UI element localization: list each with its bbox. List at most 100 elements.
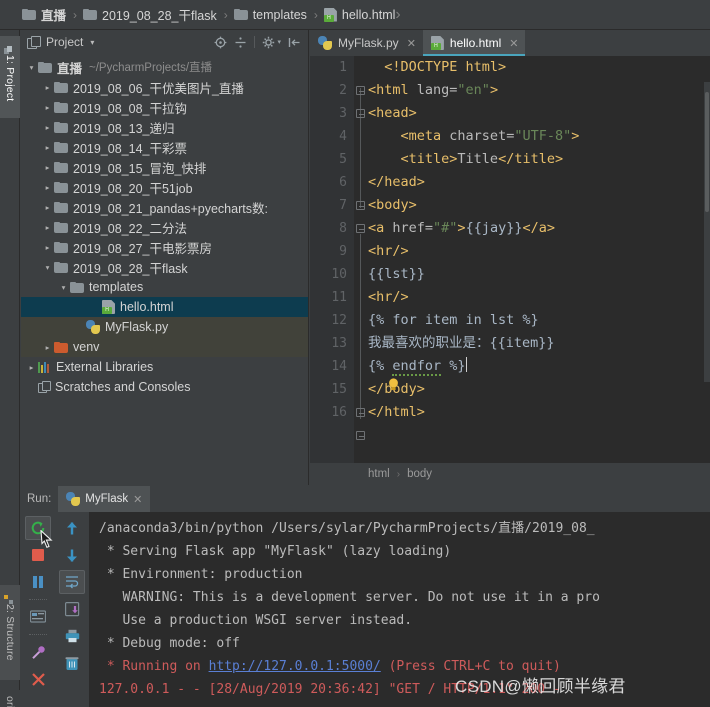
breadcrumb-item[interactable]: › 2019_08_28_干flask	[66, 5, 217, 24]
code-line[interactable]: <title>Title</title>	[368, 148, 704, 171]
code-line[interactable]: <!DOCTYPE html>	[368, 56, 704, 79]
print-icon[interactable]	[59, 624, 85, 648]
gear-icon[interactable]	[262, 36, 275, 49]
code-line[interactable]: {% endfor %}	[368, 355, 704, 378]
editor-scrollbar[interactable]	[704, 82, 710, 382]
fold-marker-icon[interactable]	[356, 201, 365, 210]
editor-breadcrumb-item[interactable]: body	[407, 468, 432, 480]
sidebar-item-favorites[interactable]: orites	[0, 690, 20, 707]
editor-tab-bar[interactable]: MyFlask.py ✕ hello.html ✕	[310, 30, 710, 56]
breadcrumb-item[interactable]: › hello.html	[307, 8, 395, 22]
console-link[interactable]: http://127.0.0.1:5000/	[209, 659, 381, 674]
fold-marker-icon[interactable]	[356, 408, 365, 417]
chevron-right-icon[interactable]: ▸	[25, 383, 38, 392]
tree-row-label: 2019_08_14_干彩票	[73, 141, 187, 156]
tree-row[interactable]: ▸ 2019_08_21_pandas+pyecharts数:	[21, 197, 308, 217]
locate-icon[interactable]	[214, 36, 227, 49]
code-line[interactable]: <html lang="en">	[368, 79, 704, 102]
collapse-all-icon[interactable]	[234, 36, 247, 49]
code-line[interactable]: <hr/>	[368, 240, 704, 263]
code-line[interactable]: <meta charset="UTF-8">	[368, 125, 704, 148]
chevron-right-icon[interactable]: ▸	[41, 123, 54, 132]
pause-icon[interactable]	[25, 570, 51, 594]
fold-marker-icon[interactable]	[356, 109, 365, 118]
fold-column[interactable]	[354, 56, 368, 485]
chevron-down-icon[interactable]: ▾	[57, 283, 70, 292]
close-icon[interactable]: ✕	[509, 37, 518, 50]
editor-tab[interactable]: hello.html ✕	[422, 30, 526, 56]
chevron-right-icon[interactable]: ▸	[73, 323, 86, 332]
code-line[interactable]: {% for item in lst %}	[368, 309, 704, 332]
hide-panel-icon[interactable]	[288, 36, 301, 49]
code-lines[interactable]: <!DOCTYPE html> <html lang="en"> <head> <m…	[368, 56, 704, 485]
close-icon[interactable]: ✕	[407, 37, 416, 50]
breadcrumb-item[interactable]: › templates	[217, 8, 307, 22]
tree-row[interactable]: ▸ Scratches and Consoles	[21, 377, 308, 397]
tree-row[interactable]: ▸ 2019_08_08_干拉钩	[21, 97, 308, 117]
chevron-right-icon[interactable]: ▸	[41, 183, 54, 192]
tree-row[interactable]: ▸ hello.html	[21, 297, 308, 317]
scroll-down-icon[interactable]	[59, 543, 85, 567]
chevron-right-icon[interactable]: ▸	[41, 343, 54, 352]
tree-row[interactable]: ▸ MyFlask.py	[21, 317, 308, 337]
tree-row[interactable]: ▸ 2019_08_15_冒泡_快排	[21, 157, 308, 177]
close-icon[interactable]: ✕	[133, 493, 142, 506]
chevron-right-icon[interactable]: ▸	[89, 303, 102, 312]
code-line[interactable]: <hr/>	[368, 286, 704, 309]
chevron-down-icon[interactable]: ▾	[41, 263, 54, 272]
code-line[interactable]: <a href="#">{{jay}}</a>	[368, 217, 704, 240]
chevron-right-icon[interactable]: ▸	[41, 223, 54, 232]
tree-row[interactable]: ▸ 2019_08_20_干51job	[21, 177, 308, 197]
editor-tab[interactable]: MyFlask.py ✕	[310, 30, 423, 56]
sidebar-item-project[interactable]: 1: Project	[0, 36, 20, 118]
chevron-right-icon[interactable]: ▸	[41, 103, 54, 112]
code-line[interactable]: <body>	[368, 194, 704, 217]
tree-row[interactable]: ▸ External Libraries	[21, 357, 308, 377]
chevron-right-icon[interactable]: ▸	[41, 83, 54, 92]
sidebar-item-structure[interactable]: 2: Structure	[0, 585, 20, 680]
editor-breadcrumb-item[interactable]: html	[368, 468, 390, 480]
fold-marker-icon[interactable]	[356, 431, 365, 440]
run-tab-myflask[interactable]: MyFlask ✕	[58, 486, 151, 512]
sidebar-item-structure-label: 2: Structure	[4, 604, 16, 661]
fold-marker-icon[interactable]	[356, 86, 365, 95]
chevron-right-icon[interactable]: ▸	[41, 143, 54, 152]
code-line[interactable]: </html>	[368, 401, 704, 424]
code-line[interactable]: </body>	[368, 378, 704, 401]
chevron-down-icon[interactable]: ▾	[90, 38, 94, 47]
chevron-right-icon[interactable]: ▸	[25, 363, 38, 372]
chevron-right-icon[interactable]: ▸	[41, 203, 54, 212]
console-icon[interactable]	[25, 605, 51, 629]
code-line[interactable]: <head>	[368, 102, 704, 125]
tree-row[interactable]: ▸ 2019_08_27_干电影票房	[21, 237, 308, 257]
chevron-right-icon[interactable]: ▸	[41, 163, 54, 172]
chevron-down-icon[interactable]: ▾	[277, 38, 281, 46]
code-line[interactable]: </head>	[368, 171, 704, 194]
tree-row[interactable]: ▸ 2019_08_14_干彩票	[21, 137, 308, 157]
export-icon[interactable]	[59, 597, 85, 621]
code-line[interactable]: {{lst}}	[368, 263, 704, 286]
tree-row[interactable]: ▸ venv	[21, 337, 308, 357]
line-number: 13	[331, 336, 347, 351]
intention-bulb-icon[interactable]	[388, 378, 399, 391]
breadcrumb-item[interactable]: 直播	[22, 5, 66, 24]
chevron-down-icon[interactable]: ▾	[25, 63, 38, 72]
fold-marker-icon[interactable]	[356, 224, 365, 233]
tree-row[interactable]: ▾ 2019_08_28_干flask	[21, 257, 308, 277]
tree-row[interactable]: ▸ 2019_08_06_干优美图片_直播	[21, 77, 308, 97]
pin-icon[interactable]	[25, 640, 51, 664]
editor-breadcrumb[interactable]: html › body	[310, 463, 710, 485]
project-tree[interactable]: ▾ 直播 ~/PycharmProjects/直播 ▸ 2019_08_06_干优美图片…	[21, 54, 308, 397]
run-console-output[interactable]: /anaconda3/bin/python /Users/sylar/Pycha…	[89, 512, 710, 707]
scroll-up-icon[interactable]	[59, 516, 85, 540]
soft-wrap-icon[interactable]	[59, 570, 85, 594]
code-line[interactable]: 我最喜欢的职业是：{{item}}	[368, 332, 704, 355]
trash-icon[interactable]	[59, 651, 85, 675]
tree-row[interactable]: ▸ 2019_08_13_递归	[21, 117, 308, 137]
chevron-right-icon[interactable]: ▸	[41, 243, 54, 252]
tree-row[interactable]: ▸ 2019_08_22_二分法	[21, 217, 308, 237]
tree-row[interactable]: ▾ templates	[21, 277, 308, 297]
close-icon[interactable]	[25, 667, 51, 691]
tree-row[interactable]: ▾ 直播 ~/PycharmProjects/直播	[21, 57, 308, 77]
code-area[interactable]: 1 2 3 4 5 6 7 8 9 10 11 12 13 14 15 16 <!DOCTYPE html> <…	[310, 56, 710, 485]
